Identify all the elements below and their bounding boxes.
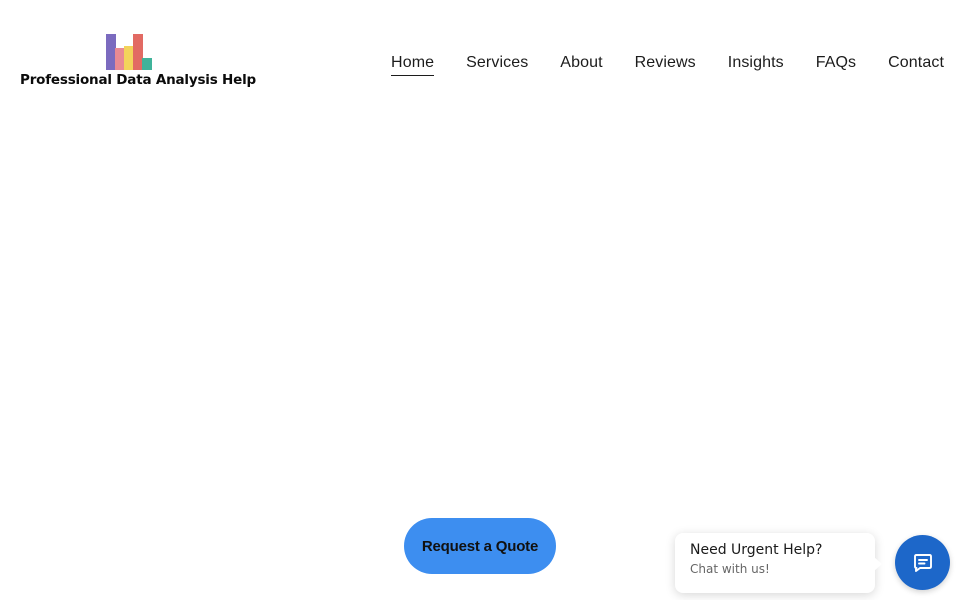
nav-link-about[interactable]: About [560, 54, 602, 76]
nav-link-insights[interactable]: Insights [728, 54, 784, 76]
logo-bars-icon [106, 34, 154, 70]
nav-link-contact[interactable]: Contact [888, 54, 944, 76]
site-header: Professional Data Analysis Help Home Ser… [0, 0, 960, 128]
chat-prompt-card[interactable]: Need Urgent Help? Chat with us! [675, 533, 882, 593]
logo-bar [142, 58, 152, 70]
nav-link-services[interactable]: Services [466, 54, 528, 76]
nav-link-reviews[interactable]: Reviews [635, 54, 696, 76]
nav-link-home[interactable]: Home [391, 54, 435, 76]
nav-link-faqs[interactable]: FAQs [816, 54, 856, 76]
request-quote-button[interactable]: Request a Quote [404, 518, 556, 574]
chat-prompt-subtitle: Chat with us! [690, 562, 770, 576]
site-logo[interactable]: Professional Data Analysis Help [20, 34, 262, 92]
chat-prompt-title: Need Urgent Help? [690, 542, 823, 558]
chat-launcher-button[interactable] [895, 535, 950, 590]
chat-icon [913, 553, 932, 572]
brand-name: Professional Data Analysis Help [20, 72, 256, 88]
page: Professional Data Analysis Help Home Ser… [0, 0, 960, 600]
main-nav: Home Services About Reviews Insights FAQ… [359, 54, 944, 76]
